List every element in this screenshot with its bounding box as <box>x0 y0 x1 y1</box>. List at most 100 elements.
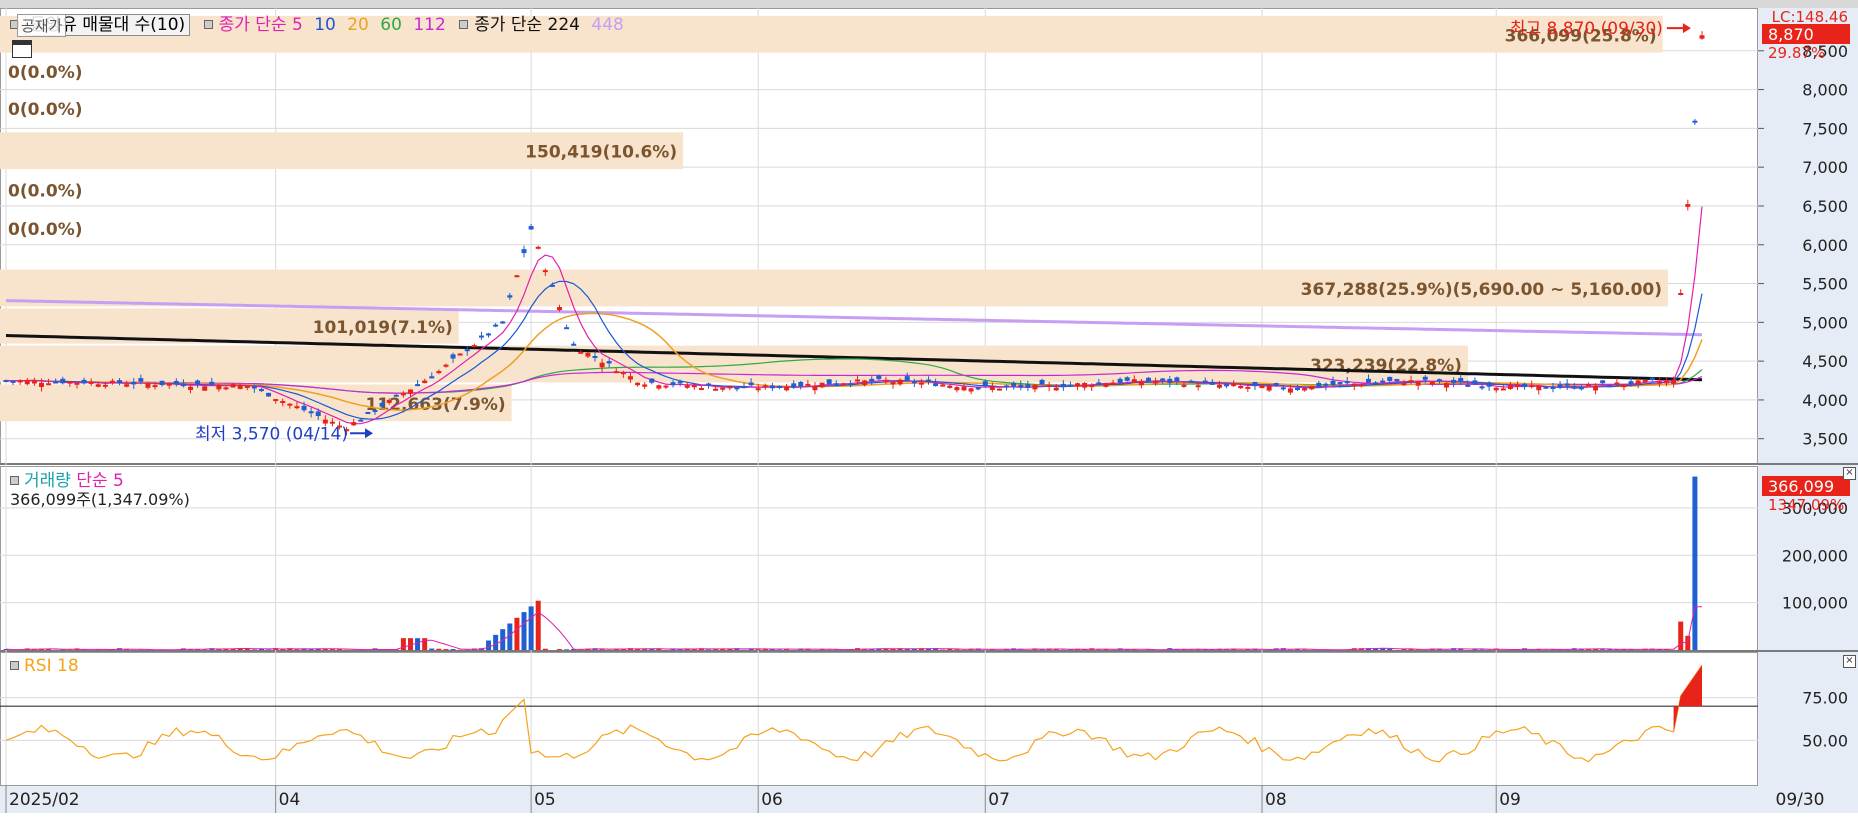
candle-body <box>678 381 683 383</box>
candle-body <box>1565 383 1570 385</box>
candle-body <box>777 386 782 388</box>
candle-body <box>145 383 150 387</box>
candle-body <box>969 388 974 391</box>
candle-body <box>1267 386 1272 390</box>
candle-body <box>1111 383 1116 385</box>
candle-body <box>1196 385 1201 387</box>
candle-body <box>1444 383 1449 387</box>
volume-bar <box>1692 477 1697 650</box>
candle-body <box>727 386 732 388</box>
candle-body <box>1536 386 1541 390</box>
panel-frame <box>1 467 1758 651</box>
candle-body <box>394 395 399 397</box>
candle-body <box>1174 377 1179 381</box>
candle-body <box>365 412 370 414</box>
volume-profile-label: 0(0.0%) <box>8 181 83 201</box>
rsi-tick-label: 50.00 <box>1802 731 1848 750</box>
x-tick-label: 09 <box>1499 790 1521 810</box>
candle-body <box>358 420 363 422</box>
volume-bar <box>486 641 491 650</box>
sma-legend: 종가 단순 5 <box>219 15 303 35</box>
candle-body <box>592 356 597 358</box>
candle-body <box>1636 380 1641 384</box>
top-bar <box>0 0 1858 8</box>
candle-body <box>1274 383 1279 385</box>
volume-bar <box>543 649 548 650</box>
candle-body <box>1054 388 1059 391</box>
chart-canvas[interactable]: 366,099(25.8%)0(0.0%)0(0.0%)150,419(10.6… <box>0 0 1858 813</box>
candle-body <box>671 382 676 385</box>
candle-body <box>663 386 668 388</box>
candle-body <box>919 383 924 385</box>
x-tick-label: 06 <box>761 790 783 810</box>
volume-bar <box>756 649 761 650</box>
candle-body <box>1316 383 1321 387</box>
candle-body <box>1189 381 1194 383</box>
candle-body <box>351 422 356 425</box>
close-icon[interactable]: × <box>1843 467 1856 480</box>
high-arrow-head <box>1683 23 1691 33</box>
panel-frame <box>1 653 1758 786</box>
volume-bar <box>514 618 519 650</box>
candle-body <box>876 375 881 379</box>
candle-body <box>1458 378 1463 382</box>
candle-body <box>436 371 441 373</box>
candle-body <box>529 226 534 229</box>
candle-body <box>1330 381 1335 385</box>
candle-body <box>302 406 307 410</box>
candle-body <box>578 352 583 354</box>
candle-body <box>1437 379 1442 381</box>
candle-body <box>1373 382 1378 384</box>
volume-bar <box>1685 636 1690 650</box>
candle-body <box>940 385 945 387</box>
candle-body <box>514 275 519 277</box>
candle-body <box>1309 386 1314 389</box>
candle-body <box>231 384 236 387</box>
rsi-legend-label: RSI 18 <box>24 656 79 676</box>
sma112-legend: 112 <box>413 15 445 35</box>
price-tick-label: 6,000 <box>1802 236 1848 255</box>
x-tick-label: 05 <box>534 790 556 810</box>
candle-body <box>947 386 952 388</box>
candle-body <box>1423 377 1428 380</box>
volume-bar <box>493 635 498 650</box>
candle-body <box>209 382 214 385</box>
candle-body <box>266 393 271 397</box>
close-icon[interactable]: × <box>1843 655 1856 668</box>
candle-body <box>387 400 392 403</box>
candle-body <box>706 384 711 386</box>
candle-body <box>1678 293 1683 295</box>
candle-body <box>1075 383 1080 386</box>
candle-body <box>1572 386 1577 388</box>
candle-body <box>1096 382 1101 384</box>
candle-body <box>1657 382 1662 384</box>
candle-body <box>1600 380 1605 383</box>
price-tick-label: 7,000 <box>1802 158 1848 177</box>
volume-bar <box>536 601 541 650</box>
candle-body <box>720 388 725 390</box>
candle-body <box>1465 385 1470 387</box>
calendar-icon[interactable] <box>12 40 32 58</box>
candle-body <box>465 349 470 351</box>
candle-body <box>188 387 193 390</box>
candle-body <box>1125 377 1130 380</box>
candle-body <box>138 378 143 381</box>
candle-body <box>1181 385 1186 387</box>
candle-body <box>1302 388 1307 390</box>
candle-body <box>500 321 505 323</box>
candle-body <box>124 384 129 386</box>
candle-body <box>749 382 754 385</box>
candle-body <box>1409 380 1414 382</box>
candle-body <box>614 371 619 373</box>
candle-body <box>451 354 456 358</box>
candle-body <box>1004 385 1009 387</box>
candle-body <box>1224 384 1229 386</box>
candle-body <box>25 380 30 384</box>
public-price-tag[interactable]: 공재가 <box>17 14 66 37</box>
volume-profile-label: 150,419(10.6%) <box>525 143 677 163</box>
candle-body <box>848 383 853 385</box>
volume-bar <box>436 649 441 650</box>
candle-body <box>1607 385 1612 387</box>
candle-body <box>1451 380 1456 383</box>
candle-body <box>912 381 917 383</box>
